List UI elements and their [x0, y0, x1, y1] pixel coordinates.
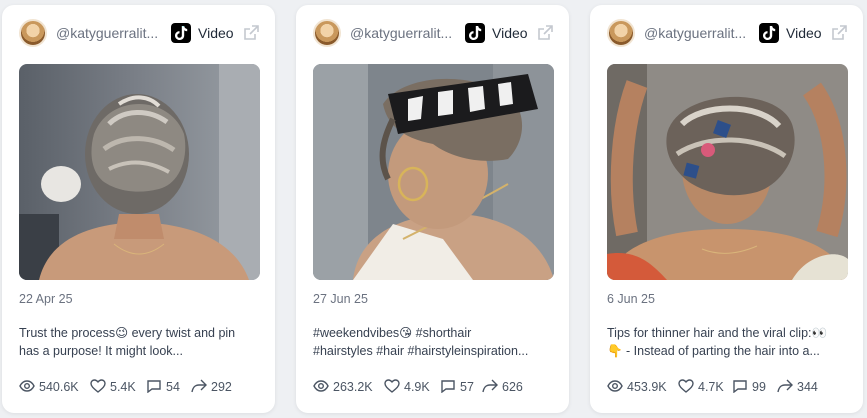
avatar[interactable]	[607, 19, 635, 47]
avatar[interactable]	[313, 19, 341, 47]
share-icon	[191, 379, 207, 393]
shares-count: 626	[502, 380, 523, 394]
tiktok-icon	[171, 23, 191, 43]
likes-count: 4.7K	[698, 380, 724, 394]
comments-count: 57	[460, 380, 474, 394]
comments-count: 54	[166, 380, 180, 394]
video-thumbnail[interactable]	[607, 64, 848, 280]
caption-line: Tips for thinner hair and the viral clip…	[607, 326, 828, 340]
post-date: 6 Jun 25	[607, 292, 655, 306]
external-link-icon[interactable]	[829, 23, 849, 43]
card-header: @katyguerralit... Video	[313, 19, 554, 49]
external-link-icon[interactable]	[241, 23, 261, 43]
views-count: 540.6K	[39, 380, 79, 394]
platform-label: Video	[786, 25, 822, 41]
post-stats: 263.2K 4.9K 57 626	[313, 378, 554, 396]
post-stats: 540.6K 5.4K 54 292	[19, 378, 260, 396]
author-handle[interactable]: @katyguerralit...	[350, 25, 456, 41]
platform-label: Video	[198, 25, 234, 41]
comments-count: 99	[752, 380, 766, 394]
platform-label: Video	[492, 25, 528, 41]
post-stats: 453.9K 4.7K 99 344	[607, 378, 848, 396]
caption-line: 👇 - Instead of parting the hair into a..…	[607, 343, 820, 358]
post-card[interactable]: @katyguerralit... Video	[590, 5, 863, 413]
caption-line: #hairstyles #hair #hairstyleinspiration.…	[313, 343, 529, 358]
likes-count: 4.9K	[404, 380, 430, 394]
comment-icon	[441, 380, 455, 393]
views-count: 263.2K	[333, 380, 373, 394]
shares-count: 292	[211, 380, 232, 394]
post-card[interactable]: @katyguerralit... Video	[2, 5, 275, 413]
caption-line: Trust the process😉 every twist and pin	[19, 326, 236, 340]
caption-line: #weekendvibes😘 #shorthair	[313, 326, 472, 340]
author-handle[interactable]: @katyguerralit...	[644, 25, 750, 41]
post-date: 27 Jun 25	[313, 292, 368, 306]
eye-icon	[19, 380, 35, 392]
post-caption: #weekendvibes😘 #shorthair #hairstyles #h…	[313, 325, 554, 360]
post-caption: Tips for thinner hair and the viral clip…	[607, 325, 848, 360]
post-caption: Trust the process😉 every twist and pin h…	[19, 325, 260, 360]
likes-count: 5.4K	[110, 380, 136, 394]
post-date: 22 Apr 25	[19, 292, 73, 306]
heart-icon	[90, 379, 106, 393]
post-card[interactable]: @katyguerralit... Video	[296, 5, 569, 413]
video-thumbnail[interactable]	[313, 64, 554, 280]
avatar[interactable]	[19, 19, 47, 47]
caption-line: has a purpose! It might look...	[19, 343, 183, 358]
video-thumbnail[interactable]	[19, 64, 260, 280]
views-count: 453.9K	[627, 380, 667, 394]
card-header: @katyguerralit... Video	[19, 19, 260, 49]
tiktok-icon	[465, 23, 485, 43]
external-link-icon[interactable]	[535, 23, 555, 43]
share-icon	[482, 379, 498, 393]
tiktok-icon	[759, 23, 779, 43]
card-header: @katyguerralit... Video	[607, 19, 848, 49]
eye-icon	[607, 380, 623, 392]
shares-count: 344	[797, 380, 818, 394]
eye-icon	[313, 380, 329, 392]
comment-icon	[733, 380, 747, 393]
comment-icon	[147, 380, 161, 393]
heart-icon	[384, 379, 400, 393]
author-handle[interactable]: @katyguerralit...	[56, 25, 162, 41]
share-icon	[777, 379, 793, 393]
heart-icon	[678, 379, 694, 393]
